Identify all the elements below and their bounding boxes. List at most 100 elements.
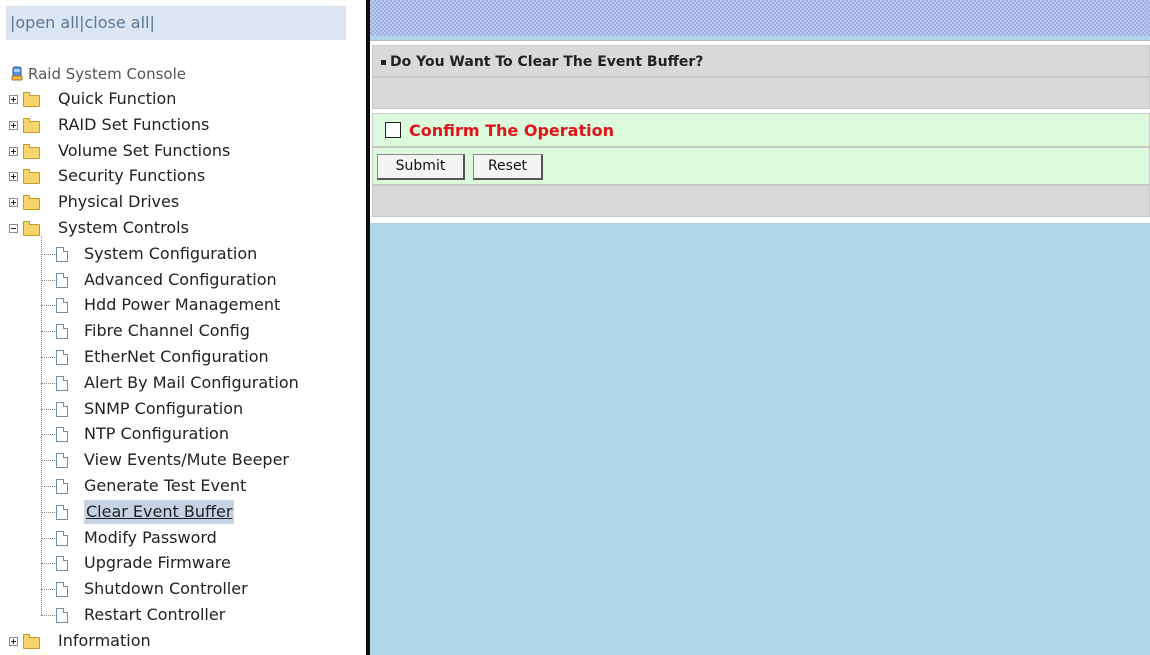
expand-icon[interactable]	[9, 95, 18, 104]
tree-folder-security-functions[interactable]: Security Functions	[0, 164, 366, 188]
tree-folder-raid-set-functions[interactable]: RAID Set Functions	[0, 113, 366, 137]
form-footer-row	[372, 185, 1150, 217]
tree-connector	[41, 537, 55, 539]
page-icon	[56, 608, 68, 623]
expand-icon[interactable]	[9, 198, 18, 208]
tree-item-label[interactable]: Fibre Channel Config	[84, 319, 250, 343]
tree-item-shutdown-controller[interactable]: Shutdown Controller	[0, 577, 366, 601]
tree-item-alert-by-mail-configuration[interactable]: Alert By Mail Configuration	[0, 371, 366, 395]
expand-icon[interactable]	[9, 120, 18, 130]
open-all-link[interactable]: open all	[15, 13, 79, 32]
page-icon	[56, 272, 68, 288]
tree-connector	[41, 589, 55, 591]
tree-folder-volume-set-functions[interactable]: Volume Set Functions	[0, 139, 366, 163]
tree-item-label[interactable]: Alert By Mail Configuration	[84, 371, 299, 395]
tree-item-label[interactable]: System Configuration	[84, 242, 257, 266]
tree-folder-label[interactable]: Quick Function	[58, 87, 176, 111]
tree-connector	[41, 511, 55, 513]
form-title-row: Do You Want To Clear The Event Buffer?	[372, 45, 1150, 77]
tree-item-label[interactable]: NTP Configuration	[84, 422, 229, 446]
page-icon	[56, 401, 68, 417]
page-icon	[56, 479, 68, 494]
page-icon	[56, 504, 68, 520]
folder-icon	[23, 92, 40, 107]
navigation-tree-pane: |open all|close all| Raid System Console…	[0, 0, 366, 655]
tree-connector	[41, 408, 55, 410]
tree-folder-label[interactable]: Security Functions	[58, 164, 205, 188]
tree-connector	[41, 486, 55, 487]
content-pane: Do You Want To Clear The Event Buffer? C…	[370, 0, 1150, 655]
tree-connector	[41, 434, 55, 436]
folder-icon	[23, 117, 40, 133]
separator: |	[149, 13, 155, 32]
tree-item-hdd-power-management[interactable]: Hdd Power Management	[0, 293, 366, 317]
tree-item-label[interactable]: EtherNet Configuration	[84, 345, 269, 369]
expand-icon[interactable]	[9, 172, 18, 182]
tree-folder-physical-drives[interactable]: Physical Drives	[0, 190, 366, 214]
tree-folder-label[interactable]: Volume Set Functions	[58, 139, 230, 163]
tree-item-label[interactable]: Upgrade Firmware	[84, 551, 231, 575]
tree-item-restart-controller[interactable]: Restart Controller	[0, 603, 366, 627]
form-question: Do You Want To Clear The Event Buffer?	[390, 54, 704, 70]
tree-item-label[interactable]: Generate Test Event	[84, 474, 246, 498]
tree-item-modify-password[interactable]: Modify Password	[0, 526, 366, 550]
tree-connector	[41, 382, 55, 384]
tree-item-label[interactable]: Shutdown Controller	[84, 577, 248, 601]
clear-event-buffer-form: Do You Want To Clear The Event Buffer? C…	[370, 40, 1150, 223]
tree-item-label[interactable]: Restart Controller	[84, 603, 225, 627]
tree-vertical-connector	[41, 235, 42, 615]
folder-open-icon	[23, 221, 40, 236]
tree-item-snmp-configuration[interactable]: SNMP Configuration	[0, 397, 366, 421]
tree-connector	[41, 615, 55, 616]
tree-folder-quick-function[interactable]: Quick Function	[0, 87, 366, 111]
tree-root-label: Raid System Console	[28, 65, 186, 83]
confirm-checkbox[interactable]	[385, 121, 401, 138]
page-icon	[56, 453, 68, 469]
expand-icon[interactable]	[9, 146, 18, 156]
expand-icon[interactable]	[9, 636, 18, 646]
tree-item-label[interactable]: View Events/Mute Beeper	[84, 448, 289, 472]
tree-item-system-configuration[interactable]: System Configuration	[0, 242, 366, 266]
tree-folder-label[interactable]: Information	[58, 629, 151, 653]
form-spacer-row	[372, 77, 1150, 109]
tree-folder-information[interactable]: Information	[0, 629, 366, 653]
tree-item-clear-event-buffer[interactable]: Clear Event Buffer	[0, 499, 366, 524]
tree-connector	[41, 331, 55, 333]
page-icon	[56, 556, 68, 572]
tree-item-label[interactable]: Hdd Power Management	[84, 293, 280, 317]
folder-icon	[23, 169, 40, 185]
tree-item-advanced-configuration[interactable]: Advanced Configuration	[0, 268, 366, 292]
tree-item-label[interactable]: Advanced Configuration	[84, 268, 277, 292]
tree-connector	[41, 460, 55, 462]
tree-item-fibre-channel-config[interactable]: Fibre Channel Config	[0, 319, 366, 343]
bullet-icon	[381, 59, 386, 65]
tree-item-view-events-mute-beeper[interactable]: View Events/Mute Beeper	[0, 448, 366, 472]
tree-connector	[41, 563, 55, 565]
tree-item-generate-test-event[interactable]: Generate Test Event	[0, 474, 366, 498]
confirm-label[interactable]: Confirm The Operation	[409, 121, 614, 140]
tree-connector	[41, 279, 55, 281]
tree-item-upgrade-firmware[interactable]: Upgrade Firmware	[0, 551, 366, 575]
tree-folder-system-controls[interactable]: System Controls	[0, 216, 366, 240]
console-icon	[11, 66, 23, 81]
page-icon	[56, 530, 68, 546]
tree-connector	[41, 253, 55, 255]
folder-icon	[23, 143, 40, 159]
tree-toolbar: |open all|close all|	[6, 6, 346, 40]
reset-button[interactable]: Reset	[473, 154, 543, 180]
folder-icon	[23, 195, 40, 211]
page-icon	[56, 427, 68, 443]
tree-item-label[interactable]: Modify Password	[84, 526, 217, 550]
tree-folder-label[interactable]: System Controls	[58, 216, 189, 240]
tree-folder-label[interactable]: RAID Set Functions	[58, 113, 209, 137]
collapse-icon[interactable]	[9, 224, 18, 233]
folder-icon	[23, 633, 40, 649]
tree-item-ethernet-configuration[interactable]: EtherNet Configuration	[0, 345, 366, 369]
tree-item-label[interactable]: SNMP Configuration	[84, 397, 243, 421]
close-all-link[interactable]: close all	[85, 13, 150, 32]
page-icon	[56, 582, 68, 598]
tree-item-label[interactable]: Clear Event Buffer	[84, 499, 235, 524]
tree-item-ntp-configuration[interactable]: NTP Configuration	[0, 422, 366, 446]
tree-folder-label[interactable]: Physical Drives	[58, 190, 179, 214]
submit-button[interactable]: Submit	[377, 154, 465, 180]
